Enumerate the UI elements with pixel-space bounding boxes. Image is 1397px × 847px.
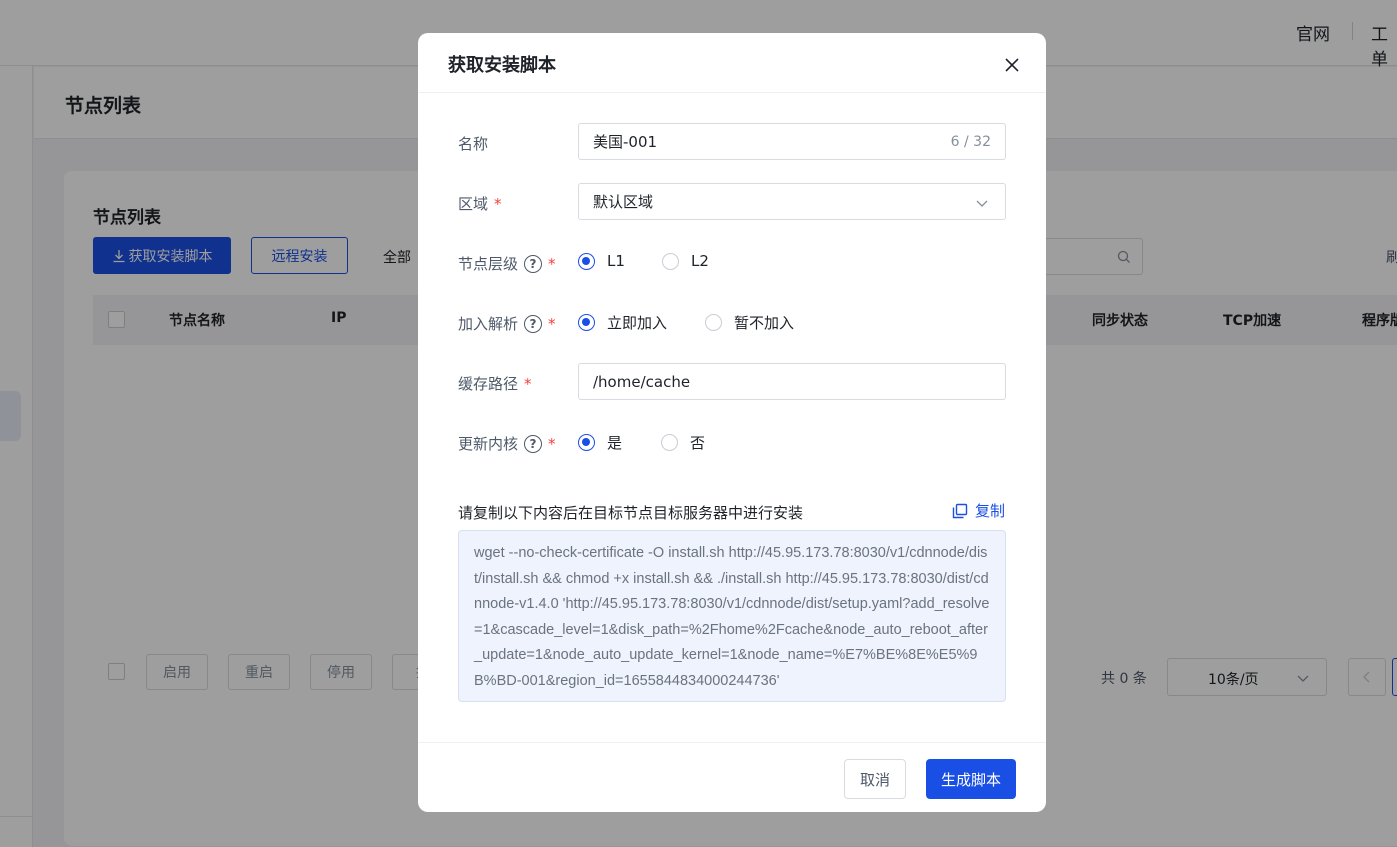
radio-checked-icon [578,252,595,270]
chevron-down-icon [976,200,988,207]
install-script-textarea[interactable]: wget --no-check-certificate -O install.s… [458,530,1006,702]
radio-label: L1 [607,252,625,270]
cache-path-input[interactable]: /home/cache [578,363,1006,400]
region-select-value: 默认区域 [593,193,654,211]
region-label: 区域 * [458,193,502,214]
copy-icon [952,503,968,518]
region-label-text: 区域 [458,195,489,213]
dialog-title: 获取安装脚本 [448,55,556,76]
required-mark: * [524,374,532,393]
cache-path-value: /home/cache [593,372,691,391]
radio-checked-icon [578,314,595,331]
help-icon[interactable]: ? [524,434,543,453]
radio-unchecked-icon [662,252,679,270]
node-level-radio-l1[interactable]: L1 [578,252,625,270]
radio-unchecked-icon [661,434,678,451]
generate-script-button[interactable]: 生成脚本 [926,759,1016,799]
cancel-button[interactable]: 取消 [844,759,906,799]
node-level-label: 节点层级? * [458,253,556,274]
name-char-counter: 6 / 32 [950,134,991,150]
radio-label: 是 [607,434,623,452]
required-mark: * [548,254,556,273]
name-input[interactable]: 美国-001 6 / 32 [578,123,1006,160]
required-mark: * [548,314,556,333]
name-label: 名称 [458,133,488,154]
region-field-row: 区域 * 默认区域 [418,183,1046,221]
radio-checked-icon [578,434,595,451]
node-level-label-text: 节点层级 [458,255,519,273]
radio-label: 暂不加入 [734,314,795,332]
name-label-text: 名称 [458,135,489,153]
radio-unchecked-icon [705,314,722,331]
help-icon[interactable]: ? [524,254,543,273]
update-kernel-field-row: 更新内核? * 是 否 [418,423,1046,461]
join-resolve-label: 加入解析? * [458,313,556,334]
name-field-row: 名称 美国-001 6 / 32 [418,123,1046,161]
required-mark: * [494,194,502,213]
node-level-radio-l2[interactable]: L2 [662,252,709,270]
node-level-field-row: 节点层级? * L1 L2 [418,243,1046,281]
dialog-header: 获取安装脚本 [418,33,1046,93]
name-input-value: 美国-001 [593,133,658,151]
join-resolve-label-text: 加入解析 [458,315,519,333]
radio-label: 否 [690,434,706,452]
cache-path-label-text: 缓存路径 [458,375,519,393]
region-select[interactable]: 默认区域 [578,183,1006,220]
update-kernel-label: 更新内核? * [458,433,556,454]
radio-label: L2 [691,252,709,270]
update-kernel-label-text: 更新内核 [458,435,519,453]
install-script-dialog: 获取安装脚本 名称 美国-001 6 / 32 区域 * 默认区域 节点层级? * … [418,33,1046,812]
update-kernel-radio-no[interactable]: 否 [661,432,705,453]
join-resolve-radio-later[interactable]: 暂不加入 [705,312,794,333]
radio-label: 立即加入 [607,314,668,332]
cache-path-label: 缓存路径 * [458,373,532,394]
update-kernel-radio-yes[interactable]: 是 [578,432,622,453]
dialog-footer: 取消 生成脚本 [418,742,1046,812]
copy-label: 复制 [975,502,1006,520]
cache-path-field-row: 缓存路径 * /home/cache [418,363,1046,401]
copy-button[interactable]: 复制 [952,500,1005,521]
help-icon[interactable]: ? [524,314,543,333]
close-icon[interactable] [1001,54,1023,76]
join-resolve-field-row: 加入解析? * 立即加入 暂不加入 [418,303,1046,341]
install-instruction-text: 请复制以下内容后在目标节点目标服务器中进行安装 [458,504,804,522]
required-mark: * [548,434,556,453]
join-resolve-radio-now[interactable]: 立即加入 [578,312,667,333]
